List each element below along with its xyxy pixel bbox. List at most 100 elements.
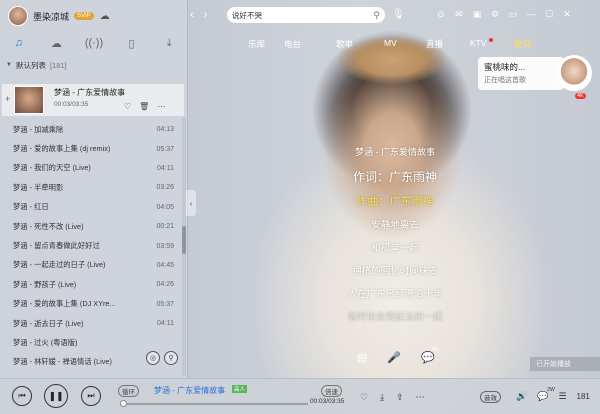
- nav-tab-6[interactable]: 歌词: [514, 38, 531, 50]
- panel-tabs: ♫ ☁ ((·)) ▯ ⤓: [0, 34, 188, 52]
- left-panel: 墨染凉城 SVIP ☁ ♫ ☁ ((·)) ▯ ⤓ ▼ 默认列表 [181] +…: [0, 0, 188, 378]
- prev-button[interactable]: ⏮: [12, 386, 32, 406]
- skin-icon[interactable]: ⊙: [436, 9, 446, 20]
- forward-icon[interactable]: ›: [204, 9, 208, 21]
- notice-count: 4K: [575, 93, 586, 99]
- scrollbar[interactable]: [182, 118, 186, 376]
- song-list-item[interactable]: 梦涵 - 死性不改 (Live) 00:21: [0, 217, 182, 236]
- playlist-icon[interactable]: ☰: [558, 391, 566, 402]
- current-song-title: 梦涵 - 广东爱情故事: [54, 88, 126, 97]
- ktv-red-dot: [489, 38, 493, 42]
- cloud-icon[interactable]: ☁: [99, 10, 111, 22]
- live-notice[interactable]: 蜜桃味的... 正在唱这首歌: [478, 57, 564, 90]
- lyric-line: 拥挤的回忆时间抹去: [352, 266, 438, 277]
- scrollbar-thumb[interactable]: [182, 226, 186, 254]
- comment-badge: 2W: [547, 387, 555, 393]
- current-song-time: 00:03/03:35: [54, 101, 89, 108]
- shirt-icon[interactable]: ▣: [472, 9, 482, 20]
- close-icon[interactable]: ✕: [562, 9, 572, 20]
- mic-icon[interactable]: 🎤: [387, 351, 401, 364]
- music-note-icon[interactable]: ♫: [9, 35, 29, 51]
- search-input[interactable]: 说好不哭 ⚲: [227, 7, 385, 23]
- song-title: 梦涵 - 过火 (粤语版): [13, 337, 78, 347]
- add-icon[interactable]: +: [5, 94, 10, 104]
- song-list-item[interactable]: 梦涵 - 一起走过的日子 (Live) 04:45: [0, 256, 182, 275]
- speed-button[interactable]: 倍速: [321, 385, 342, 397]
- song-list-item[interactable]: 梦涵 - 野孩子 (Live) 04:26: [0, 275, 182, 294]
- song-list-item[interactable]: 梦涵 - 加减乘除 04:13: [0, 120, 182, 139]
- cloud-icon[interactable]: ☁: [46, 35, 66, 51]
- volume-icon[interactable]: 🔊: [516, 391, 527, 402]
- nav-tab-0[interactable]: 乐库: [248, 38, 265, 50]
- lyric-line: 安静地离去: [371, 220, 419, 231]
- song-list: 梦涵 - 加减乘除 04:13 梦涵 - 爱的故事上集 (dj remix) 05:3…: [0, 120, 182, 372]
- maximize-icon[interactable]: ☐: [544, 9, 554, 20]
- notice-avatar[interactable]: [556, 55, 592, 91]
- share-icon[interactable]: ⇪: [396, 392, 404, 403]
- notice-status: 正在唱这首歌: [484, 77, 526, 84]
- back-icon[interactable]: ‹: [190, 9, 194, 21]
- sound-effect-button[interactable]: 音效: [480, 391, 501, 403]
- nav-tab-1[interactable]: 电台: [284, 38, 301, 50]
- song-list-item[interactable]: 梦涵 - 爱的故事上集 (DJ XYre... 05:37: [0, 295, 182, 314]
- song-list-item[interactable]: 梦涵 - 留点青春做此好好过 03:59: [0, 236, 182, 255]
- download-icon[interactable]: ⤓: [159, 35, 179, 51]
- song-duration: 03:26: [156, 184, 174, 192]
- comment-icon[interactable]: 💬 2W: [421, 347, 439, 364]
- radio-icon[interactable]: ((·)): [84, 35, 104, 51]
- next-button[interactable]: ⏭: [81, 386, 101, 406]
- lyric-line: 人在广东已经漂泊十年: [347, 289, 443, 300]
- now-playing-title[interactable]: 梦涵 - 广东爱情故事: [154, 385, 225, 396]
- pause-button[interactable]: ❚❚: [44, 384, 68, 408]
- search-icon[interactable]: ⚲: [373, 10, 380, 21]
- song-list-item[interactable]: 梦涵 - 过火 (粤语版): [0, 333, 182, 352]
- mail-icon[interactable]: ✉: [454, 9, 464, 20]
- locate-icon[interactable]: ◎: [146, 351, 160, 365]
- song-duration: 05:37: [156, 300, 174, 308]
- mini-icon[interactable]: ▭: [508, 9, 518, 20]
- lyric-tools: ▤ 🎤 💬 2W: [357, 347, 439, 364]
- nav-tab-2[interactable]: 歌单: [336, 38, 353, 50]
- nav-tab-3[interactable]: MV: [384, 38, 397, 48]
- play-time: 00:03/03:35: [310, 398, 345, 405]
- more-icon[interactable]: ⋯: [157, 102, 165, 111]
- playlist-header[interactable]: ▼ 默认列表 [181]: [0, 58, 188, 72]
- current-song-row[interactable]: + 梦涵 - 广东爱情故事 00:03/03:35 ♡ 🗑 ⋯: [2, 84, 184, 116]
- comment-icon[interactable]: 💬 2W: [537, 387, 555, 402]
- more-icon[interactable]: ⋯: [416, 392, 425, 403]
- mic-icon[interactable]: 🎙: [392, 9, 405, 20]
- phone-icon[interactable]: ▯: [122, 35, 142, 51]
- chevron-down-icon[interactable]: ▼: [6, 62, 12, 68]
- player-bar: ⏮ ❚❚ ⏭ 循环 梦涵 - 广东爱情故事 高人 倍速 00:03/03:35 …: [0, 378, 600, 414]
- search-value: 说好不哭: [232, 10, 262, 20]
- song-list-item[interactable]: 梦涵 - 爱的故事上集 (dj remix) 05:37: [0, 139, 182, 158]
- bottom-actions: ♡ ⤓ ⇪ ⋯: [360, 392, 425, 403]
- user-row[interactable]: 墨染凉城 SVIP ☁: [8, 6, 111, 26]
- search-icon[interactable]: ⚲: [164, 351, 178, 365]
- nav-tab-5[interactable]: KTV: [470, 38, 487, 48]
- collapse-panel-button[interactable]: ‹: [186, 190, 196, 216]
- lyric-window-icon[interactable]: ▤: [357, 351, 367, 364]
- song-list-item[interactable]: 梦涵 - 半牵明影 03:26: [0, 178, 182, 197]
- play-mode-button[interactable]: 循环: [118, 385, 139, 397]
- heart-icon[interactable]: ♡: [360, 392, 368, 403]
- song-duration: 03:59: [156, 242, 174, 250]
- song-duration: 04:26: [156, 281, 174, 289]
- delete-icon[interactable]: 🗑: [139, 102, 149, 111]
- progress-bar[interactable]: [119, 400, 308, 407]
- username[interactable]: 墨染凉城: [33, 10, 69, 23]
- progress-knob[interactable]: [119, 400, 127, 407]
- song-list-item[interactable]: 梦涵 - 逝去日子 (Live) 04:11: [0, 314, 182, 333]
- nav-tab-4[interactable]: 直播: [426, 38, 443, 50]
- song-list-item[interactable]: 梦涵 - 红日 04:05: [0, 198, 182, 217]
- avatar[interactable]: [8, 6, 28, 26]
- playlist-title: 默认列表: [15, 60, 46, 70]
- minimize-icon[interactable]: —: [526, 9, 536, 20]
- song-list-item[interactable]: 梦涵 - 我们的天空 (Live) 04:11: [0, 159, 182, 178]
- gear-icon[interactable]: ⚙: [490, 9, 500, 20]
- song-duration: 04:13: [156, 126, 174, 134]
- heart-icon[interactable]: ♡: [124, 102, 131, 111]
- song-title: 梦涵 - 加减乘除: [13, 124, 64, 134]
- lyric-line: 和孤单一起: [371, 243, 419, 254]
- download-icon[interactable]: ⤓: [380, 392, 384, 403]
